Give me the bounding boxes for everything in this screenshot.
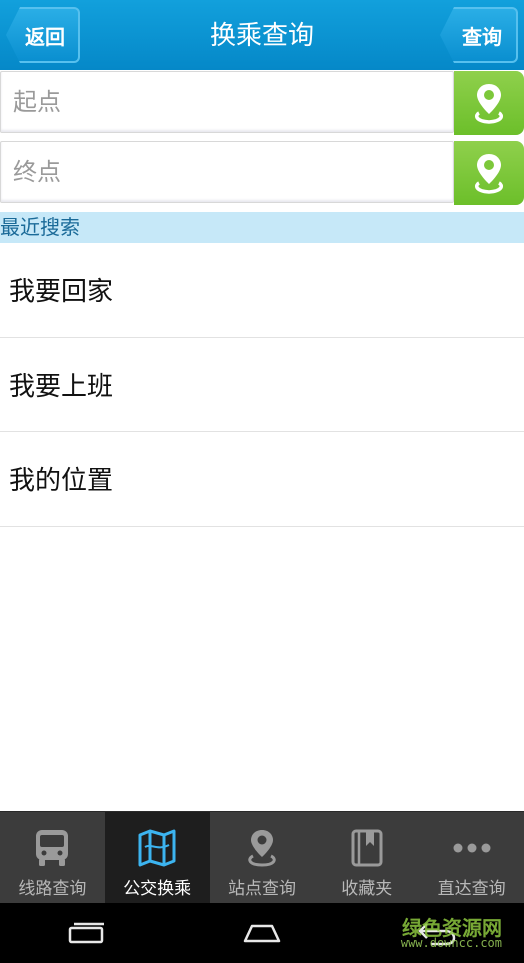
start-input[interactable] <box>1 72 453 132</box>
title-bar: 返回 换乘查询 查询 <box>0 0 524 70</box>
tab-stop-query[interactable]: 站点查询 <box>210 812 315 904</box>
more-dots-icon <box>450 828 494 868</box>
tab-label: 站点查询 <box>227 879 296 899</box>
start-location-button[interactable] <box>454 71 524 135</box>
transfer-query-screen: 返回 换乘查询 查询 起点 终点 最近搜索 我要回家 我要上班 我的位置 线路查… <box>0 0 524 963</box>
recent-apps-icon <box>69 922 105 944</box>
bottom-tab-bar: 线路查询 公交换乘 站点查询 收藏夹 直达查询 <box>0 811 524 904</box>
query-button-label: 查询 <box>462 24 502 49</box>
start-row <box>0 71 524 135</box>
watermark-url: www.downcc.com <box>400 936 502 950</box>
list-item[interactable]: 我要回家 <box>0 243 524 338</box>
map-icon <box>135 828 179 868</box>
end-location-button[interactable] <box>454 141 524 205</box>
location-pin-icon <box>240 828 284 868</box>
home-icon <box>243 924 281 943</box>
tab-label: 线路查询 <box>18 879 87 899</box>
list-item[interactable]: 我的位置 <box>0 432 524 527</box>
tab-label: 公交换乘 <box>123 879 192 899</box>
tab-direct-query[interactable]: 直达查询 <box>419 812 524 904</box>
home-button[interactable] <box>232 913 292 953</box>
location-pin-icon <box>474 154 504 194</box>
tab-label: 直达查询 <box>437 879 506 899</box>
tab-route-query[interactable]: 线路查询 <box>0 812 105 904</box>
end-row <box>0 141 524 205</box>
location-pin-icon <box>474 84 504 124</box>
recent-search-header: 最近搜索 <box>0 212 524 243</box>
tab-favorites[interactable]: 收藏夹 <box>314 812 419 904</box>
recent-search-list: 我要回家 我要上班 我的位置 <box>0 243 524 527</box>
list-item[interactable]: 我要上班 <box>0 338 524 432</box>
query-button[interactable]: 查询 <box>440 7 518 63</box>
tab-label: 收藏夹 <box>341 879 393 899</box>
bookmark-icon <box>345 828 389 868</box>
end-field-box <box>0 141 454 203</box>
start-field-box <box>0 71 454 133</box>
end-input[interactable] <box>1 142 453 202</box>
tab-bus-transfer[interactable]: 公交换乘 <box>104 812 210 904</box>
bus-icon <box>30 828 74 868</box>
recent-apps-button[interactable] <box>57 913 117 953</box>
